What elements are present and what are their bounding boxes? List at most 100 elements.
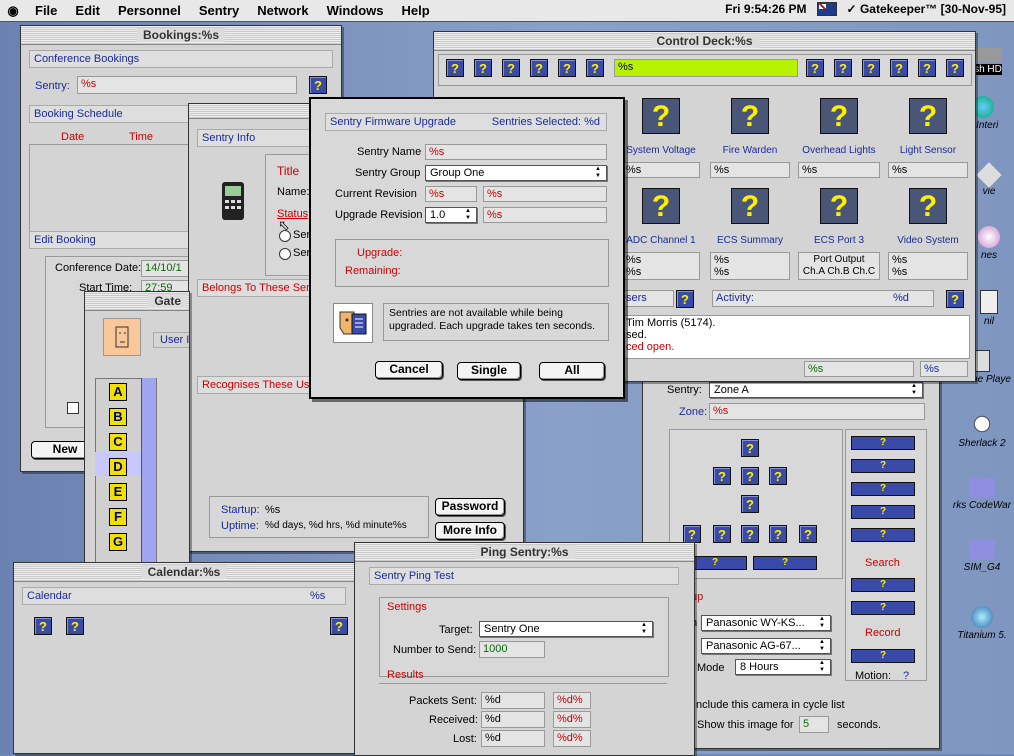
calendar-prev-button[interactable]: ? xyxy=(34,617,52,635)
control-btn-1[interactable]: ? xyxy=(851,436,915,450)
activity-log[interactable]: Tim Morris (5174). sed. ced open. xyxy=(622,315,970,359)
booking-checkbox[interactable] xyxy=(67,402,79,414)
app-menu[interactable]: ✓ Gatekeeper™ [30-Nov-95] xyxy=(847,2,1006,16)
users-field[interactable]: sers xyxy=(622,290,674,307)
toolbar-btn-9[interactable]: ? xyxy=(862,59,880,77)
desktop-icon-codewarrior[interactable]: rks CodeWar xyxy=(950,478,1014,511)
camera-2-select[interactable]: Panasonic AG-67... xyxy=(701,638,831,654)
window-title: Ping Sentry:%s xyxy=(474,545,575,559)
calendar-title-bar[interactable]: Calendar:%s xyxy=(14,563,354,582)
toolbar-btn-6[interactable]: ? xyxy=(586,59,604,77)
single-button[interactable]: Single xyxy=(457,362,521,380)
cancel-button[interactable]: Cancel xyxy=(375,361,443,379)
menu-help[interactable]: Help xyxy=(393,3,439,18)
cam-btn-6[interactable]: ? xyxy=(683,525,701,543)
toolbar-btn-5[interactable]: ? xyxy=(558,59,576,77)
cam-wide-2[interactable]: ? xyxy=(753,556,817,570)
toolbar-btn-8[interactable]: ? xyxy=(834,59,852,77)
letter-d[interactable]: D xyxy=(109,458,127,476)
calendar-next-button[interactable]: ? xyxy=(66,617,84,635)
keyboard-flag-icon[interactable] xyxy=(816,2,837,16)
menu-sentry[interactable]: Sentry xyxy=(190,3,248,18)
sentry-field[interactable]: %s xyxy=(77,76,297,94)
control-btn-3[interactable]: ? xyxy=(851,482,915,496)
gate-title-bar[interactable]: Gate xyxy=(85,292,189,311)
booking-list[interactable] xyxy=(29,144,211,232)
control-deck-title-bar[interactable]: Control Deck:%s xyxy=(434,32,975,51)
control-btn-5[interactable]: ? xyxy=(851,528,915,542)
desktop-icon-sim[interactable]: SIM_G4 xyxy=(950,540,1014,573)
number-to-send-field[interactable]: 1000 xyxy=(479,641,545,658)
toolbar-btn-3[interactable]: ? xyxy=(502,59,520,77)
cam-btn-2[interactable]: ? xyxy=(713,467,731,485)
letter-a[interactable]: A xyxy=(109,383,127,401)
menu-file[interactable]: File xyxy=(26,3,66,18)
cam-btn-3[interactable]: ? xyxy=(741,467,759,485)
sentry-help-button[interactable]: ? xyxy=(309,76,327,94)
cam-btn-4[interactable]: ? xyxy=(769,467,787,485)
cam-btn-5[interactable]: ? xyxy=(741,495,759,513)
record-button[interactable]: ? xyxy=(851,649,915,663)
activity-button[interactable]: ? xyxy=(946,290,964,308)
letter-e[interactable]: E xyxy=(109,483,127,501)
light-sensor-tile[interactable]: ? xyxy=(909,98,947,134)
toolbar-btn-11[interactable]: ? xyxy=(918,59,936,77)
show-image-seconds-field[interactable]: 5 xyxy=(799,716,829,733)
toolbar-btn-4[interactable]: ? xyxy=(530,59,548,77)
letter-c[interactable]: C xyxy=(109,433,127,451)
target-select[interactable]: Sentry One xyxy=(479,621,653,637)
search-btn-2[interactable]: ? xyxy=(851,601,915,615)
toolbar-btn-1[interactable]: ? xyxy=(446,59,464,77)
toolbar-btn-2[interactable]: ? xyxy=(474,59,492,77)
toolbar-btn-12[interactable]: ? xyxy=(946,59,964,77)
bookings-title-bar[interactable]: Bookings:%s xyxy=(21,26,341,45)
cam-btn-10[interactable]: ? xyxy=(799,525,817,543)
overhead-lights-tile[interactable]: ? xyxy=(820,98,858,134)
col-time: Time xyxy=(129,131,154,143)
letter-b[interactable]: B xyxy=(109,408,127,426)
menu-edit[interactable]: Edit xyxy=(66,3,109,18)
menu-windows[interactable]: Windows xyxy=(318,3,393,18)
desktop-icon-titanium[interactable]: Titanium 5. xyxy=(950,606,1014,641)
desktop-icon-sherlock[interactable]: Sherlack 2 xyxy=(950,412,1014,449)
users-button[interactable]: ? xyxy=(676,290,694,308)
video-system-tile[interactable]: ? xyxy=(909,188,947,224)
cam-btn-9[interactable]: ? xyxy=(769,525,787,543)
cam-btn-8[interactable]: ? xyxy=(741,525,759,543)
clock[interactable]: Fri 9:54:26 PM xyxy=(725,2,806,16)
status-radio-2[interactable] xyxy=(279,248,291,260)
camera-1-select[interactable]: Panasonic WY-KS... xyxy=(701,615,831,631)
system-voltage-tile[interactable]: ? xyxy=(642,98,680,134)
menu-personnel[interactable]: Personnel xyxy=(109,3,190,18)
letter-f[interactable]: F xyxy=(109,508,127,526)
more-info-button[interactable]: More Info xyxy=(435,522,505,540)
search-btn-1[interactable]: ? xyxy=(851,578,915,592)
toolbar-btn-7[interactable]: ? xyxy=(806,59,824,77)
toolbar-btn-10[interactable]: ? xyxy=(890,59,908,77)
ecs-summary-tile[interactable]: ? xyxy=(731,188,769,224)
ping-title-bar[interactable]: Ping Sentry:%s xyxy=(355,543,694,562)
control-btn-4[interactable]: ? xyxy=(851,505,915,519)
control-btn-2[interactable]: ? xyxy=(851,459,915,473)
overhead-lights-label: Overhead Lights xyxy=(802,145,876,156)
adc-channel-tile[interactable]: ? xyxy=(642,188,680,224)
upgrade-revision-select[interactable]: 1.0 xyxy=(425,207,477,223)
footer-field-2: %s xyxy=(920,361,968,377)
mode-select[interactable]: 8 Hours xyxy=(735,659,831,675)
sentry-group-select[interactable]: Group One xyxy=(425,165,607,181)
cam-btn-1[interactable]: ? xyxy=(741,439,759,457)
menu-network[interactable]: Network xyxy=(248,3,317,18)
cam-btn-7[interactable]: ? xyxy=(713,525,731,543)
ecs-port-tile[interactable]: ? xyxy=(820,188,858,224)
apple-menu-icon[interactable]: ◉ xyxy=(0,3,26,19)
fire-warden-tile[interactable]: ? xyxy=(731,98,769,134)
calendar-help-button[interactable]: ? xyxy=(330,617,348,635)
letter-scrollbar[interactable] xyxy=(141,378,156,578)
password-button[interactable]: Password xyxy=(435,498,505,516)
all-button[interactable]: All xyxy=(539,362,605,380)
sentry-name-field[interactable]: %s xyxy=(425,144,607,160)
conf-date-field[interactable]: 14/10/1 xyxy=(141,260,191,277)
letter-g[interactable]: G xyxy=(109,533,127,551)
zone-field[interactable]: %s xyxy=(709,403,925,420)
camera-sentry-select[interactable]: Zone A xyxy=(709,382,923,398)
